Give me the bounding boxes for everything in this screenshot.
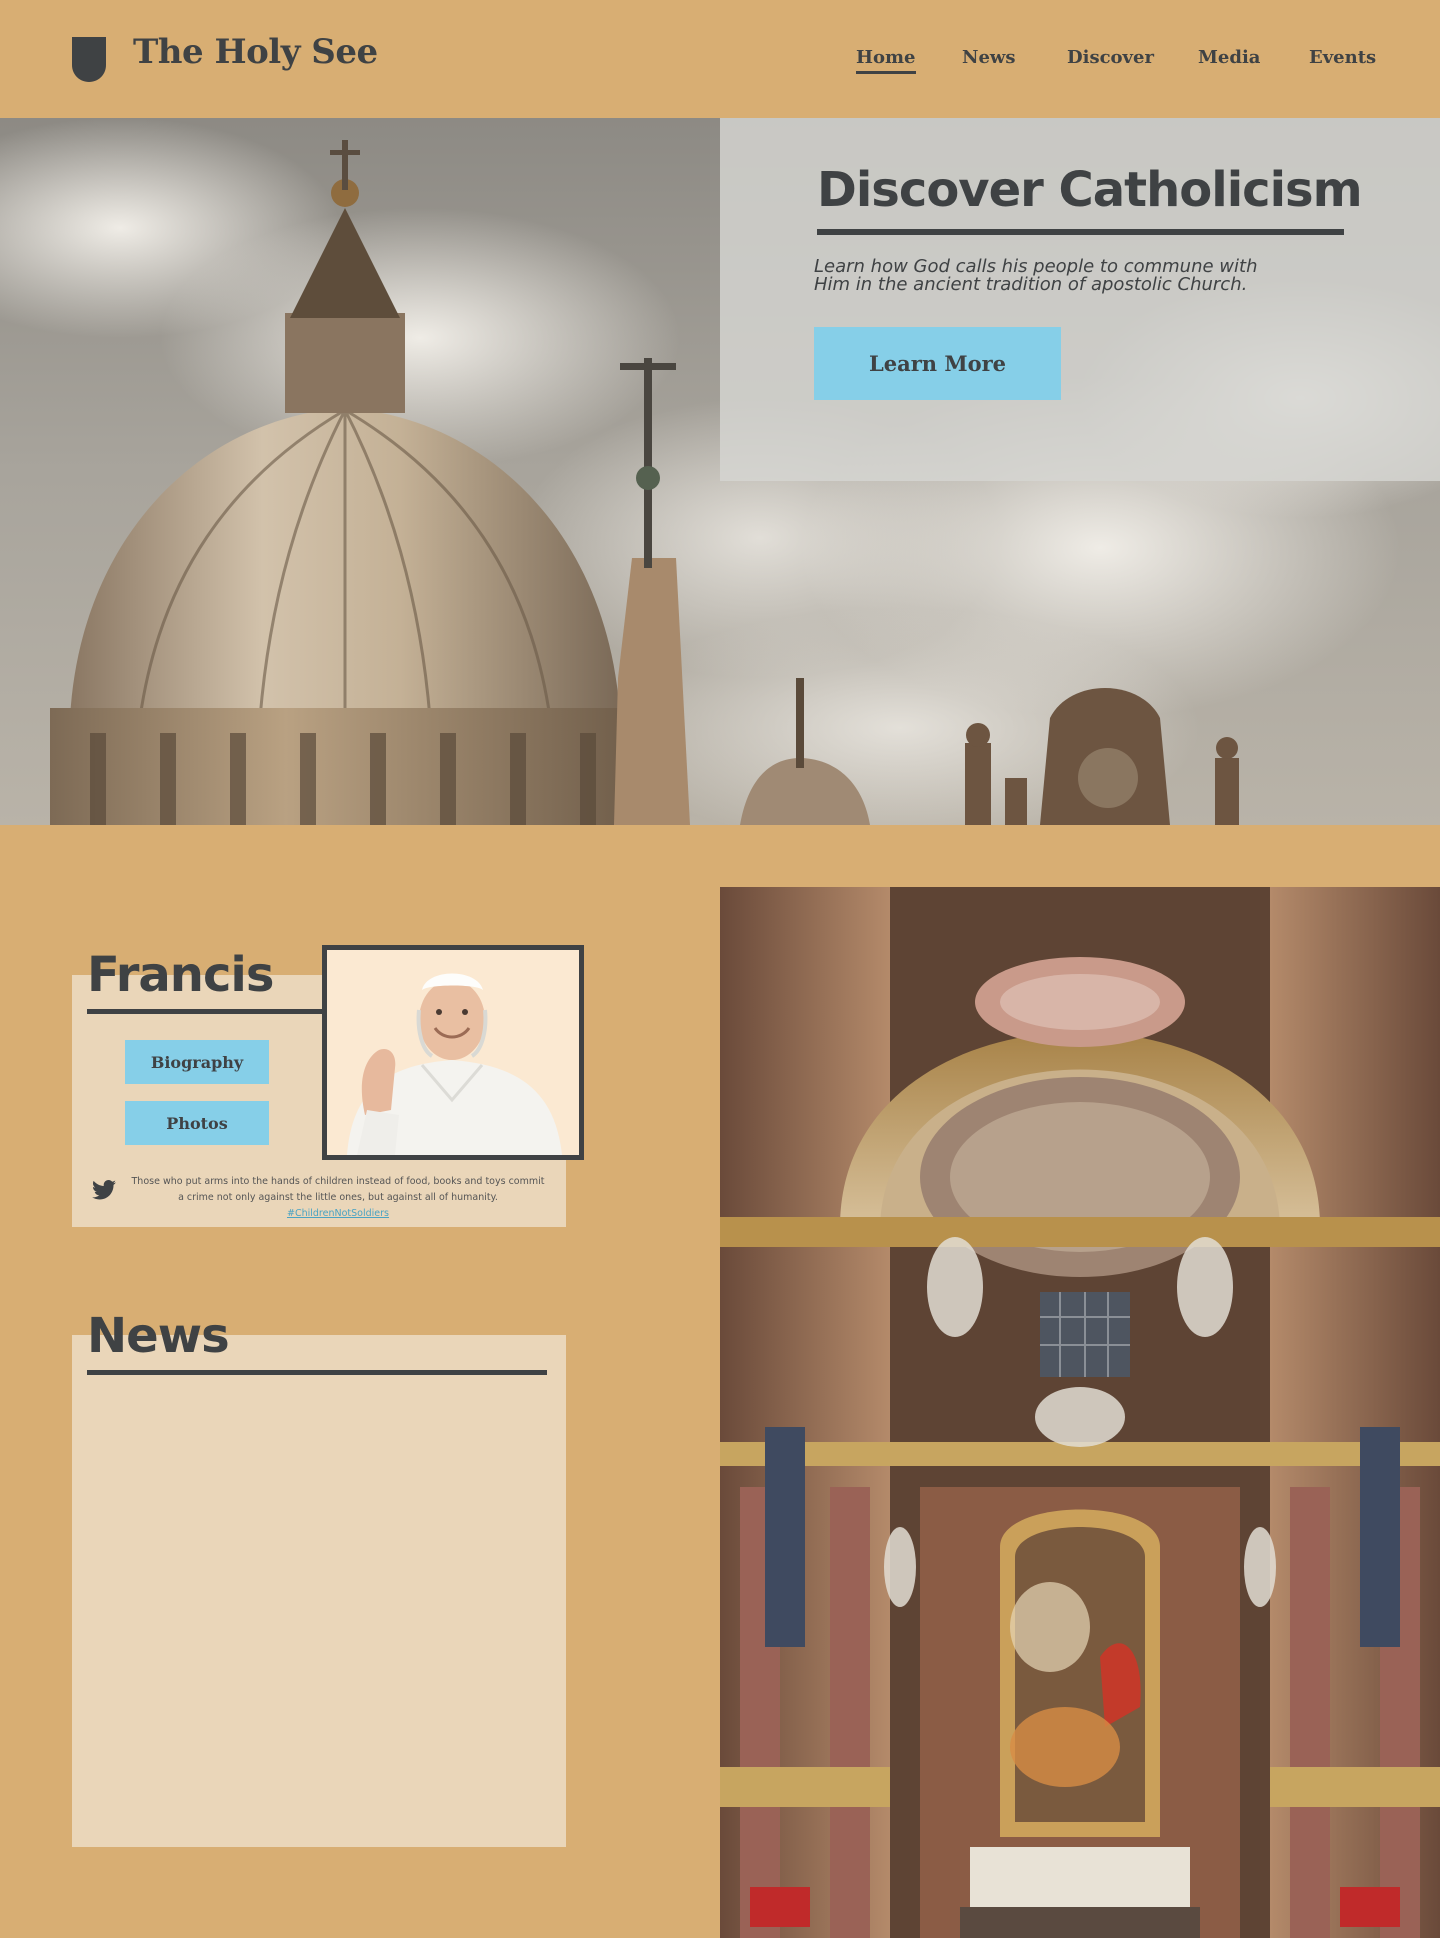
- hero-heading: Discover Catholicism: [817, 162, 1363, 218]
- nav-discover[interactable]: Discover: [1067, 47, 1154, 68]
- news-card: [72, 1335, 566, 1847]
- learn-more-button[interactable]: Learn More: [814, 327, 1061, 400]
- nav-news[interactable]: News: [962, 47, 1016, 68]
- hero-description: Learn how God calls his people to commun…: [814, 256, 1258, 295]
- church-interior-illustration: [720, 887, 1440, 1938]
- tweet-text: Those who put arms into the hands of chi…: [131, 1176, 545, 1203]
- news-heading-underline: [87, 1370, 547, 1375]
- nav-home[interactable]: Home: [856, 47, 916, 74]
- biography-button[interactable]: Biography: [125, 1040, 269, 1084]
- church-interior-image: [720, 887, 1440, 1938]
- francis-heading: Francis: [87, 947, 274, 1003]
- tweet-hashtag-link[interactable]: #ChildrenNotSoldiers: [287, 1208, 389, 1219]
- pope-portrait-image: [327, 950, 579, 1155]
- hero-section: Discover Catholicism Learn how God calls…: [0, 118, 1440, 825]
- main-nav: Home News Discover Media Events: [0, 0, 1440, 118]
- news-heading: News: [87, 1308, 230, 1364]
- hero-heading-underline: [817, 229, 1344, 235]
- francis-heading-underline: [87, 1009, 327, 1014]
- tweet-quote: Those who put arms into the hands of chi…: [128, 1174, 548, 1222]
- nav-events[interactable]: Events: [1309, 47, 1376, 68]
- hero-overlay-panel: Discover Catholicism Learn how God calls…: [720, 118, 1440, 481]
- nav-media[interactable]: Media: [1198, 47, 1260, 68]
- pope-portrait[interactable]: [322, 945, 584, 1160]
- site-header: The Holy See Home News Discover Media Ev…: [0, 0, 1440, 118]
- twitter-bird-icon[interactable]: [92, 1180, 116, 1200]
- photos-button[interactable]: Photos: [125, 1101, 269, 1145]
